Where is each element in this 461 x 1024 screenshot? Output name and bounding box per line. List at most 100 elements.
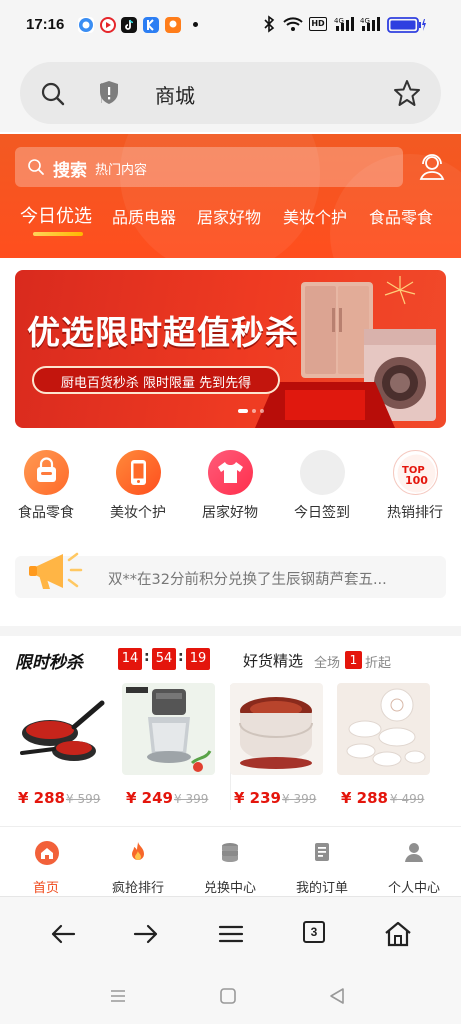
battery-icon — [387, 16, 427, 38]
banner-subtitle-pill: 厨电百货秒杀 限时限量 先到先得 — [32, 366, 280, 394]
product-original-price: ¥ 399 — [174, 792, 209, 806]
countdown-hours: 14 — [118, 648, 142, 670]
good-picks-title[interactable]: 好货精选 — [243, 650, 303, 671]
system-nav-bar — [0, 970, 461, 1024]
tab-food-snacks[interactable]: 食品零食 — [369, 204, 433, 228]
category-top-sales[interactable]: TOP 100 热销排行 — [380, 450, 450, 528]
countdown-seconds: 19 — [186, 648, 210, 670]
category-tabs: 今日优选 品质电器 居家好物 美妆个护 食品零食 — [0, 204, 461, 244]
store-app-icon — [165, 17, 181, 33]
nav-exchange-center[interactable]: 兑换中心 — [184, 827, 276, 897]
forward-arrow-icon[interactable] — [131, 919, 161, 949]
tab-count-button[interactable]: 3 — [303, 921, 325, 943]
back-arrow-icon[interactable] — [48, 919, 78, 949]
star-bookmark-icon[interactable] — [393, 79, 421, 111]
home-button-icon[interactable] — [219, 987, 237, 1009]
shop-header: 搜索 热门内容 今日优选 品质电器 居家好物 美妆个护 食品零食 — [0, 134, 461, 258]
carousel-dot[interactable] — [260, 409, 264, 413]
hd-badge: HD — [309, 17, 327, 31]
status-bar: 17:16 HD 4G 4G — [0, 0, 461, 52]
back-button-icon[interactable] — [328, 987, 346, 1009]
banner-title: 优选限时超值秒杀 — [27, 313, 299, 352]
category-checkin[interactable]: 今日签到 — [287, 450, 357, 528]
app-bottom-nav: 首页 疯抢排行 兑换中心 我的订单 个人中心 — [0, 826, 461, 896]
qq-icon — [78, 17, 94, 33]
video-app-icon — [100, 17, 116, 33]
nav-label: 首页 — [32, 881, 59, 896]
category-label: 食品零食 — [18, 505, 74, 521]
product-price: ¥ 249 — [126, 789, 173, 807]
carousel-dot-active[interactable] — [238, 409, 248, 413]
countdown-colon: : — [178, 649, 184, 665]
product-original-price: ¥ 399 — [282, 792, 317, 806]
user-icon — [403, 841, 425, 863]
product-price: ¥ 288 — [341, 789, 388, 807]
notice-text: 双**在32分前积分兑换了生辰钢葫芦套五... — [108, 572, 387, 588]
tab-beauty[interactable]: 美妆个护 — [283, 204, 347, 228]
nav-label: 我的订单 — [295, 881, 348, 896]
coins-icon — [219, 841, 241, 863]
shield-icon[interactable] — [96, 79, 122, 111]
carousel-dot[interactable] — [252, 409, 256, 413]
home-icon[interactable] — [383, 919, 413, 949]
search-placeholder: 热门内容 — [95, 163, 148, 178]
category-food[interactable]: 食品零食 — [11, 450, 81, 528]
fire-icon — [127, 841, 149, 863]
browser-address-area: 商城 — [0, 52, 461, 132]
product-image-pans[interactable] — [14, 683, 107, 775]
recent-apps-icon[interactable] — [109, 987, 127, 1009]
nav-my-orders[interactable]: 我的订单 — [276, 827, 368, 897]
svg-text:100: 100 — [405, 474, 428, 487]
address-bar[interactable]: 商城 — [20, 62, 441, 124]
product-price: ¥ 288 — [18, 789, 65, 807]
order-icon — [311, 841, 333, 863]
page-title: 商城 — [155, 84, 195, 108]
category-label: 今日签到 — [294, 505, 350, 521]
countdown-minutes: 54 — [152, 648, 176, 670]
placeholder-icon — [300, 450, 345, 495]
tab-appliances[interactable]: 品质电器 — [112, 204, 176, 228]
customer-service-icon[interactable] — [418, 152, 446, 186]
category-label: 美妆个护 — [110, 505, 166, 521]
nav-profile[interactable]: 个人中心 — [368, 827, 460, 897]
bluetooth-icon — [262, 15, 276, 37]
search-icon[interactable] — [40, 81, 66, 111]
megaphone-icon — [25, 542, 91, 602]
status-time: 17:16 — [26, 16, 65, 33]
nav-label: 个人中心 — [387, 881, 440, 896]
product-image-dinnerware[interactable] — [337, 683, 430, 775]
k-app-icon — [143, 17, 159, 33]
section-divider — [0, 626, 461, 636]
browser-toolbar: 3 — [0, 896, 461, 970]
active-tab-indicator — [33, 232, 83, 236]
flash-sale-title[interactable]: 限时秒杀 — [15, 648, 83, 673]
signal-4g-icon: 4G — [334, 15, 356, 37]
signal-4g-icon-2: 4G — [360, 15, 382, 37]
product-original-price: ¥ 599 — [66, 792, 101, 806]
shop-search-box[interactable]: 搜索 热门内容 — [15, 147, 403, 187]
nav-label: 疯抢排行 — [111, 881, 164, 896]
promo-banner[interactable]: 优选限时超值秒杀 厨电百货秒杀 限时限量 先到先得 — [15, 270, 446, 428]
product-image-foot-bath[interactable] — [230, 683, 323, 775]
nav-hot-ranking[interactable]: 疯抢排行 — [92, 827, 184, 897]
category-beauty[interactable]: 美妆个护 — [103, 450, 173, 528]
tab-home-goods[interactable]: 居家好物 — [197, 204, 261, 228]
good-picks-prefix: 全场 — [314, 656, 341, 671]
app-screen: 17:16 HD 4G 4G 商城 搜索 热门内容 今日优选 品质电器 居家好物… — [0, 0, 461, 1024]
nav-home[interactable]: 首页 — [0, 827, 92, 897]
product-price: ¥ 239 — [234, 789, 281, 807]
countdown-colon: : — [144, 649, 150, 665]
category-label: 热销排行 — [387, 505, 443, 521]
nav-label: 兑换中心 — [203, 881, 256, 896]
good-picks-suffix: 折起 — [365, 656, 392, 671]
category-home[interactable]: 居家好物 — [195, 450, 265, 528]
menu-icon[interactable] — [216, 919, 246, 949]
tab-today-picks[interactable]: 今日优选 — [20, 202, 92, 228]
banner-subtitle: 厨电百货秒杀 限时限量 先到先得 — [60, 376, 252, 391]
product-original-price: ¥ 499 — [390, 792, 425, 806]
exchange-notice[interactable]: 双**在32分前积分兑换了生辰钢葫芦套五... — [15, 552, 446, 598]
search-icon — [27, 158, 45, 180]
product-image-chopper[interactable] — [122, 683, 215, 775]
shirt-icon — [208, 450, 253, 495]
bag-icon — [24, 450, 69, 495]
